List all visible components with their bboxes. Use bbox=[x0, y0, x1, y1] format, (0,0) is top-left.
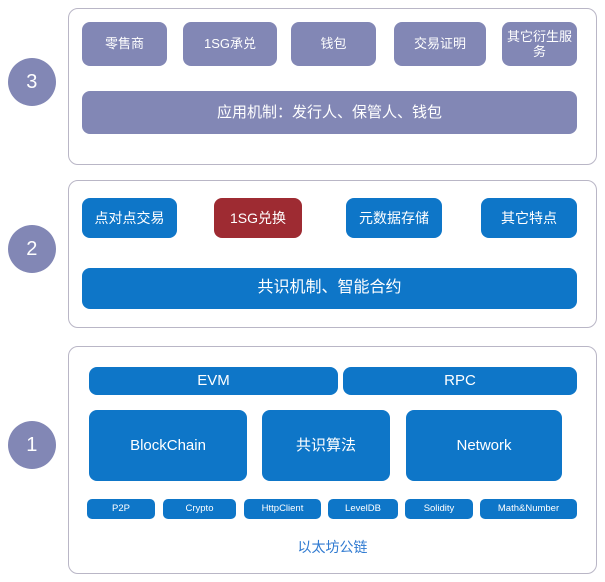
architecture-diagram: 3 零售商 1SG承兑 钱包 交易证明 其它衍生服务 应用机制：发行人、保管人、… bbox=[0, 0, 605, 582]
layer1-box-crypto[interactable]: Crypto bbox=[163, 499, 236, 519]
layer1-caption-ethereum-public-chain: 以太坊公链 bbox=[297, 539, 368, 555]
layer3-box-1sg-acceptance[interactable]: 1SG承兑 bbox=[183, 22, 277, 66]
layer2-box-1sg-exchange[interactable]: 1SG兑换 bbox=[214, 198, 302, 238]
layer1-box-httpclient[interactable]: HttpClient bbox=[244, 499, 321, 519]
layer3-box-transaction-proof[interactable]: 交易证明 bbox=[394, 22, 486, 66]
layer1-box-consensus-algorithm[interactable]: 共识算法 bbox=[262, 410, 390, 481]
layer3-box-other-derivative-services[interactable]: 其它衍生服务 bbox=[502, 22, 577, 66]
layer1-box-network[interactable]: Network bbox=[406, 410, 562, 481]
layer3-application-mechanism-bar[interactable]: 应用机制：发行人、保管人、钱包 bbox=[82, 91, 577, 134]
layer2-consensus-smart-contract-bar[interactable]: 共识机制、智能合约 bbox=[82, 268, 577, 309]
layer3-box-retailer[interactable]: 零售商 bbox=[82, 22, 167, 66]
layer-3-badge: 3 bbox=[8, 58, 56, 106]
layer3-box-wallet[interactable]: 钱包 bbox=[291, 22, 376, 66]
layer-1-badge: 1 bbox=[8, 421, 56, 469]
layer-1-panel: EVM RPC BlockChain 共识算法 Network P2P Cryp… bbox=[68, 346, 597, 574]
layer2-box-other-features[interactable]: 其它特点 bbox=[481, 198, 577, 238]
layer-3-panel: 零售商 1SG承兑 钱包 交易证明 其它衍生服务 应用机制：发行人、保管人、钱包 bbox=[68, 8, 597, 165]
layer1-box-blockchain[interactable]: BlockChain bbox=[89, 410, 247, 481]
layer1-box-rpc[interactable]: RPC bbox=[343, 367, 577, 395]
layer1-box-solidity[interactable]: Solidity bbox=[405, 499, 473, 519]
layer-2-panel: 点对点交易 1SG兑换 元数据存储 其它特点 共识机制、智能合约 bbox=[68, 180, 597, 328]
layer1-box-p2p[interactable]: P2P bbox=[87, 499, 155, 519]
layer1-box-math-number[interactable]: Math&Number bbox=[480, 499, 577, 519]
layer-2-badge: 2 bbox=[8, 225, 56, 273]
layer1-box-leveldb[interactable]: LevelDB bbox=[328, 499, 398, 519]
layer2-box-p2p-transaction[interactable]: 点对点交易 bbox=[82, 198, 177, 238]
layer1-box-evm[interactable]: EVM bbox=[89, 367, 338, 395]
layer2-box-metadata-storage[interactable]: 元数据存储 bbox=[346, 198, 442, 238]
